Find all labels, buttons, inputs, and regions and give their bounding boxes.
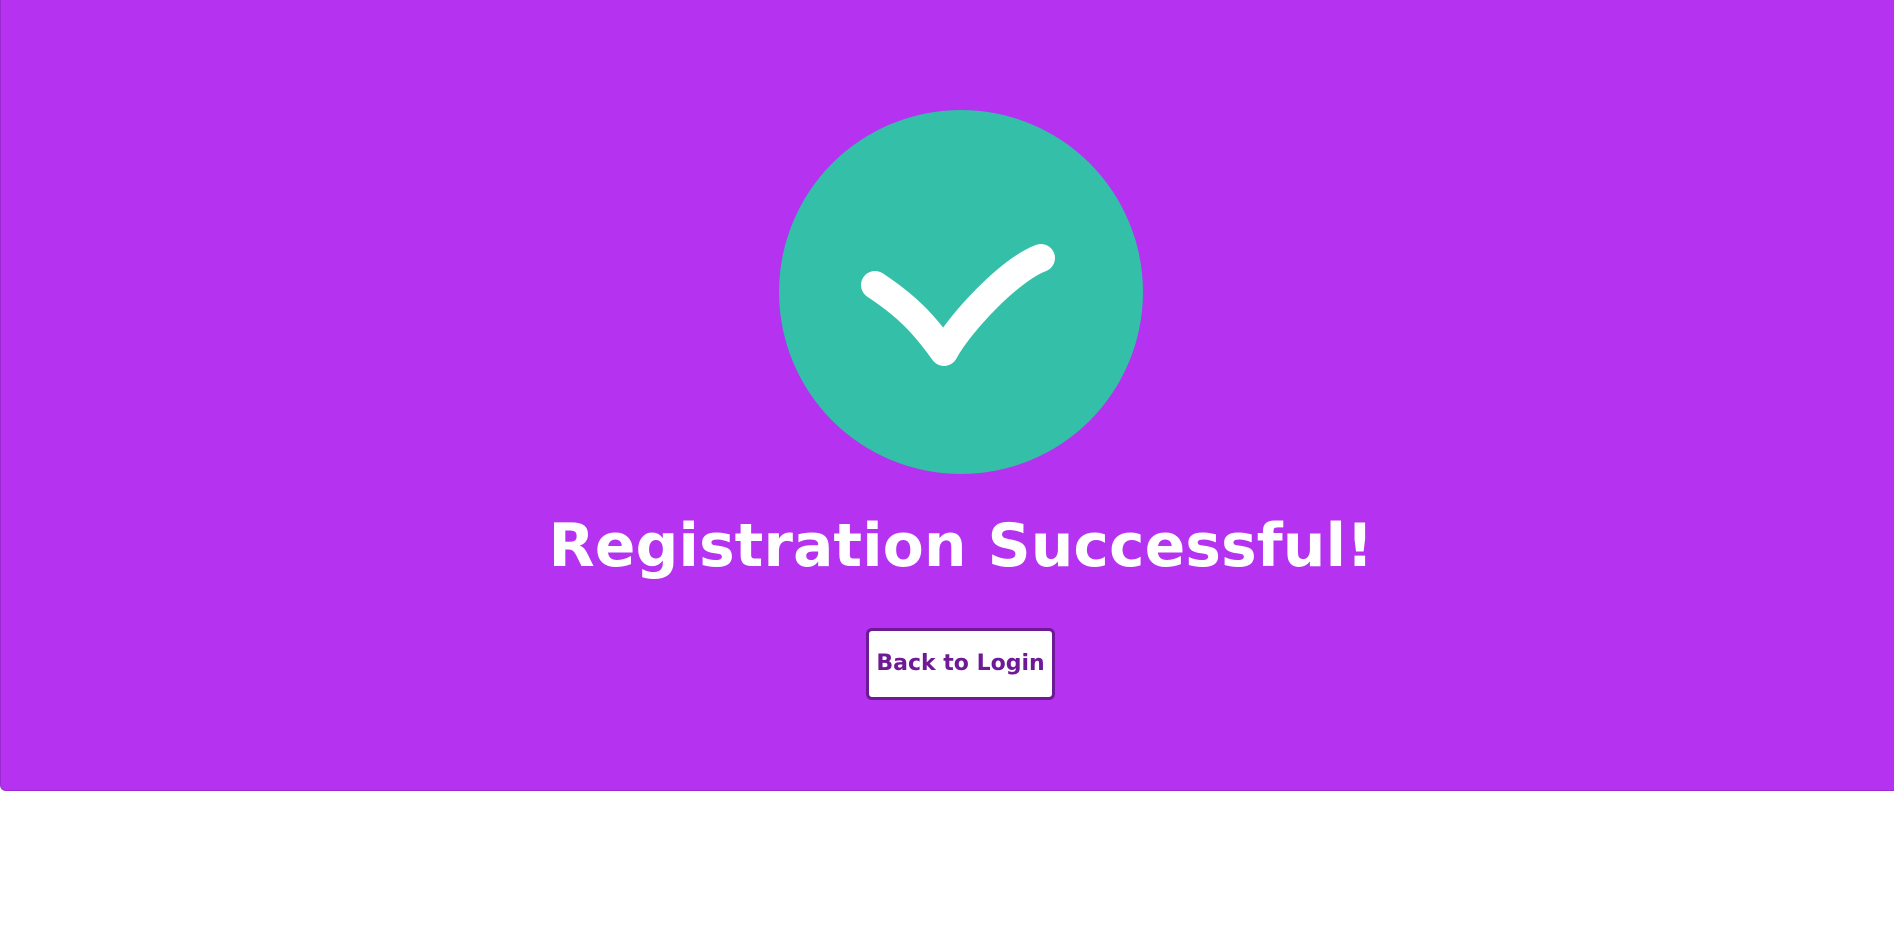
page-title: Registration Successful! — [548, 511, 1374, 581]
back-to-login-button[interactable]: Back to Login — [866, 628, 1055, 700]
checkmark-icon — [861, 244, 1055, 366]
registration-success-panel: Registration Successful! Back to Login — [0, 0, 1894, 791]
success-circle — [779, 110, 1143, 474]
